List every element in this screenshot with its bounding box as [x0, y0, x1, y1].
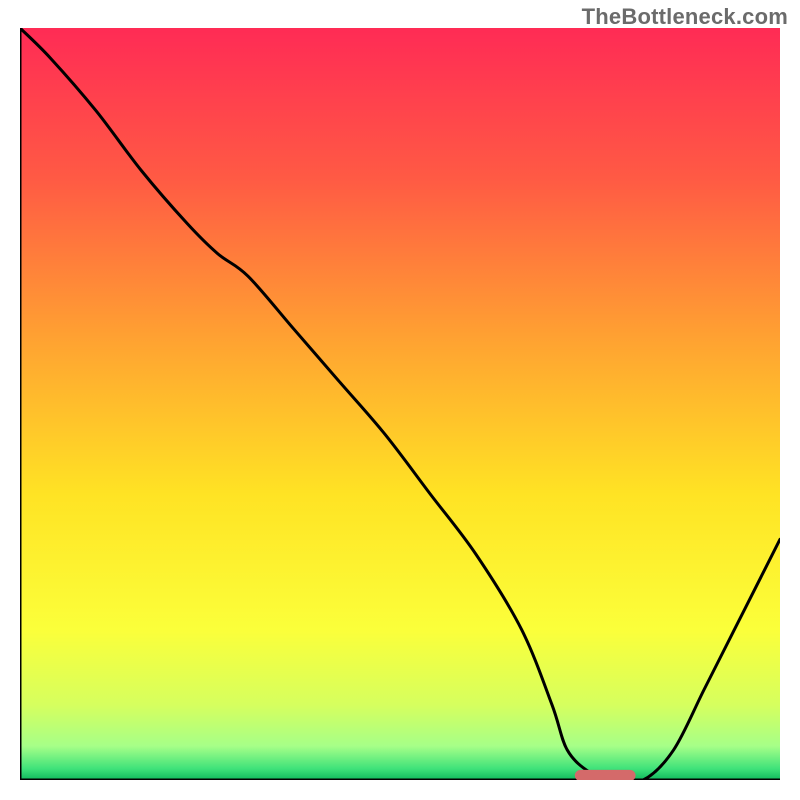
watermark-text: TheBottleneck.com — [582, 4, 788, 30]
optimal-marker — [575, 770, 636, 780]
gradient-background — [20, 28, 780, 780]
chart-stage: TheBottleneck.com — [0, 0, 800, 800]
plot-area — [20, 28, 780, 780]
chart-svg — [20, 28, 780, 780]
